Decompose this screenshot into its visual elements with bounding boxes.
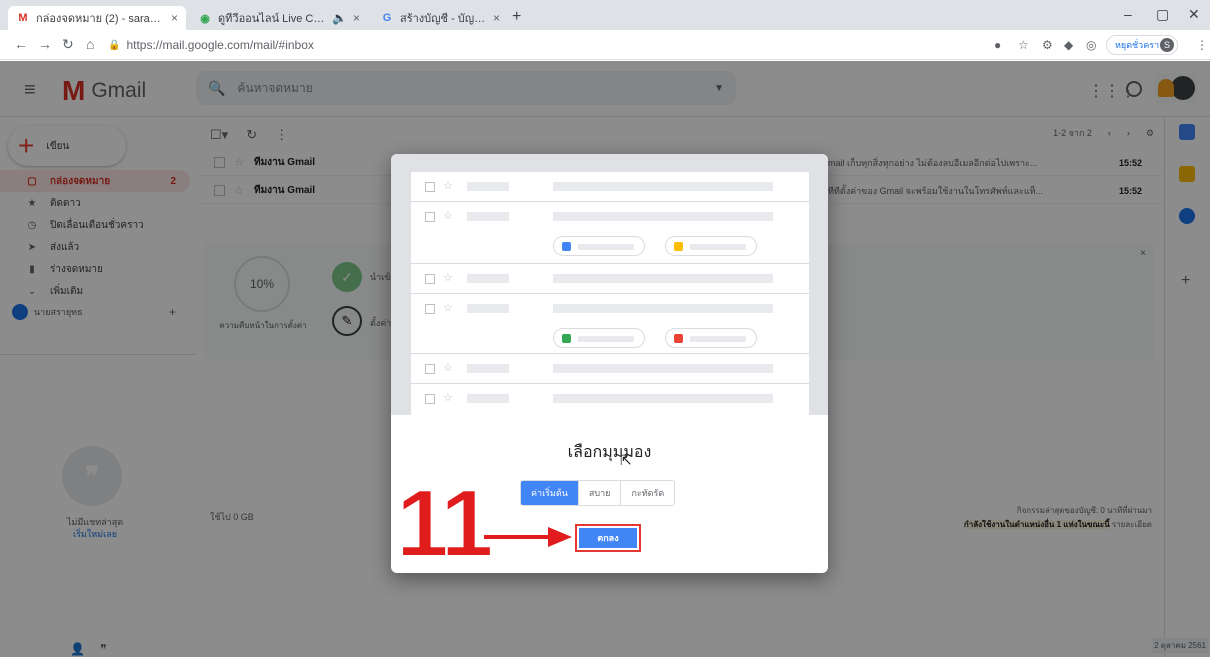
tab-title: ดูทีวีออนไลน์ Live CH65: TrueS [218,13,326,25]
mouse-cursor-icon: ⇱ [620,452,632,468]
preview-inbox: ☆ ☆ ☆ ☆ ☆ ☆ [411,172,809,415]
density-option-compact[interactable]: กะทัดรัด [621,481,675,505]
doc-icon [562,242,571,251]
density-option-comfortable[interactable]: สบาย [578,481,622,505]
gmail-favicon-icon: M [18,12,28,24]
density-option-default[interactable]: ค่าเริ่มต้น [521,481,579,505]
home-icon[interactable]: ⌂ [86,36,94,52]
profile-button[interactable]: หยุดชั่วคราว S [1106,35,1178,55]
slides-icon [674,242,683,251]
preview-row: ☆ [411,264,809,294]
record-icon[interactable]: ● [994,38,1001,52]
tab-live-tv[interactable]: ◉ ดูทีวีออนไลน์ Live CH65: TrueS 🔈 × [190,6,368,30]
reload-icon[interactable]: ↻ [62,36,74,53]
dialog-title: เลือกมุมมอง [567,444,652,461]
ok-button-highlight: ตกลง [575,524,641,552]
pdf-icon [674,334,683,343]
address-bar[interactable]: 🔒 https://mail.google.com/mail/#inbox [108,34,988,56]
preview-row: ☆ [411,202,809,264]
close-tab-icon[interactable]: × [493,11,500,25]
ok-button[interactable]: ตกลง [579,528,637,548]
new-tab-button[interactable]: + [512,8,521,26]
close-tab-icon[interactable]: × [171,11,178,25]
url-text: https://mail.google.com/mail/#inbox [126,38,314,52]
extension-icon[interactable]: ◆ [1064,38,1073,52]
menu-icon[interactable]: ⋮ [1196,38,1208,52]
browser-toolbar: ← → ↻ ⌂ 🔒 https://mail.google.com/mail/#… [0,30,1210,60]
tv-favicon-icon: ◉ [200,12,210,25]
tab-title: กล่องจดหมาย (2) - sarayut.k@kor [36,13,165,25]
forward-icon[interactable]: → [38,36,52,52]
close-window-icon[interactable]: ✕ [1188,6,1200,23]
attachment-chip [665,236,757,256]
arrow-right-icon [484,527,572,547]
browser-tab-strip: M กล่องจดหมาย (2) - sarayut.k@kor × ◉ ดู… [0,0,1210,30]
attachment-chip [553,328,645,348]
bookmark-star-icon[interactable]: ☆ [1018,38,1029,52]
density-preview: ☆ ☆ ☆ ☆ ☆ ☆ [391,154,828,415]
maximize-icon[interactable]: ▢ [1156,6,1169,23]
google-favicon-icon: G [382,12,392,24]
minimize-icon[interactable]: – [1124,6,1132,22]
profile-avatar: S [1160,38,1174,52]
sheet-icon [562,334,571,343]
preview-row: ☆ [411,172,809,202]
preview-row: ☆ [411,294,809,354]
close-tab-icon[interactable]: × [353,11,360,25]
extension-icon[interactable]: ◎ [1086,38,1096,52]
attachment-chip [665,328,757,348]
back-icon[interactable]: ← [14,36,28,52]
profile-status: หยุดชั่วคราว [1115,40,1165,50]
density-options: ค่าเริ่มต้น สบาย กะทัดรัด [520,480,676,506]
preview-row: ☆ [411,354,809,384]
tab-google-account[interactable]: G สร้างบัญชี - บัญชี Google × [372,6,508,30]
tab-gmail-inbox[interactable]: M กล่องจดหมาย (2) - sarayut.k@kor × [8,6,186,30]
speaker-icon[interactable]: 🔈 [332,11,347,25]
step-number-annotation: 11 [395,470,495,577]
preview-row: ☆ [411,384,809,415]
tab-title: สร้างบัญชี - บัญชี Google [400,13,487,25]
attachment-chip [553,236,645,256]
extension-icon[interactable]: ⚙ [1042,38,1053,52]
lock-icon: 🔒 [108,39,121,51]
